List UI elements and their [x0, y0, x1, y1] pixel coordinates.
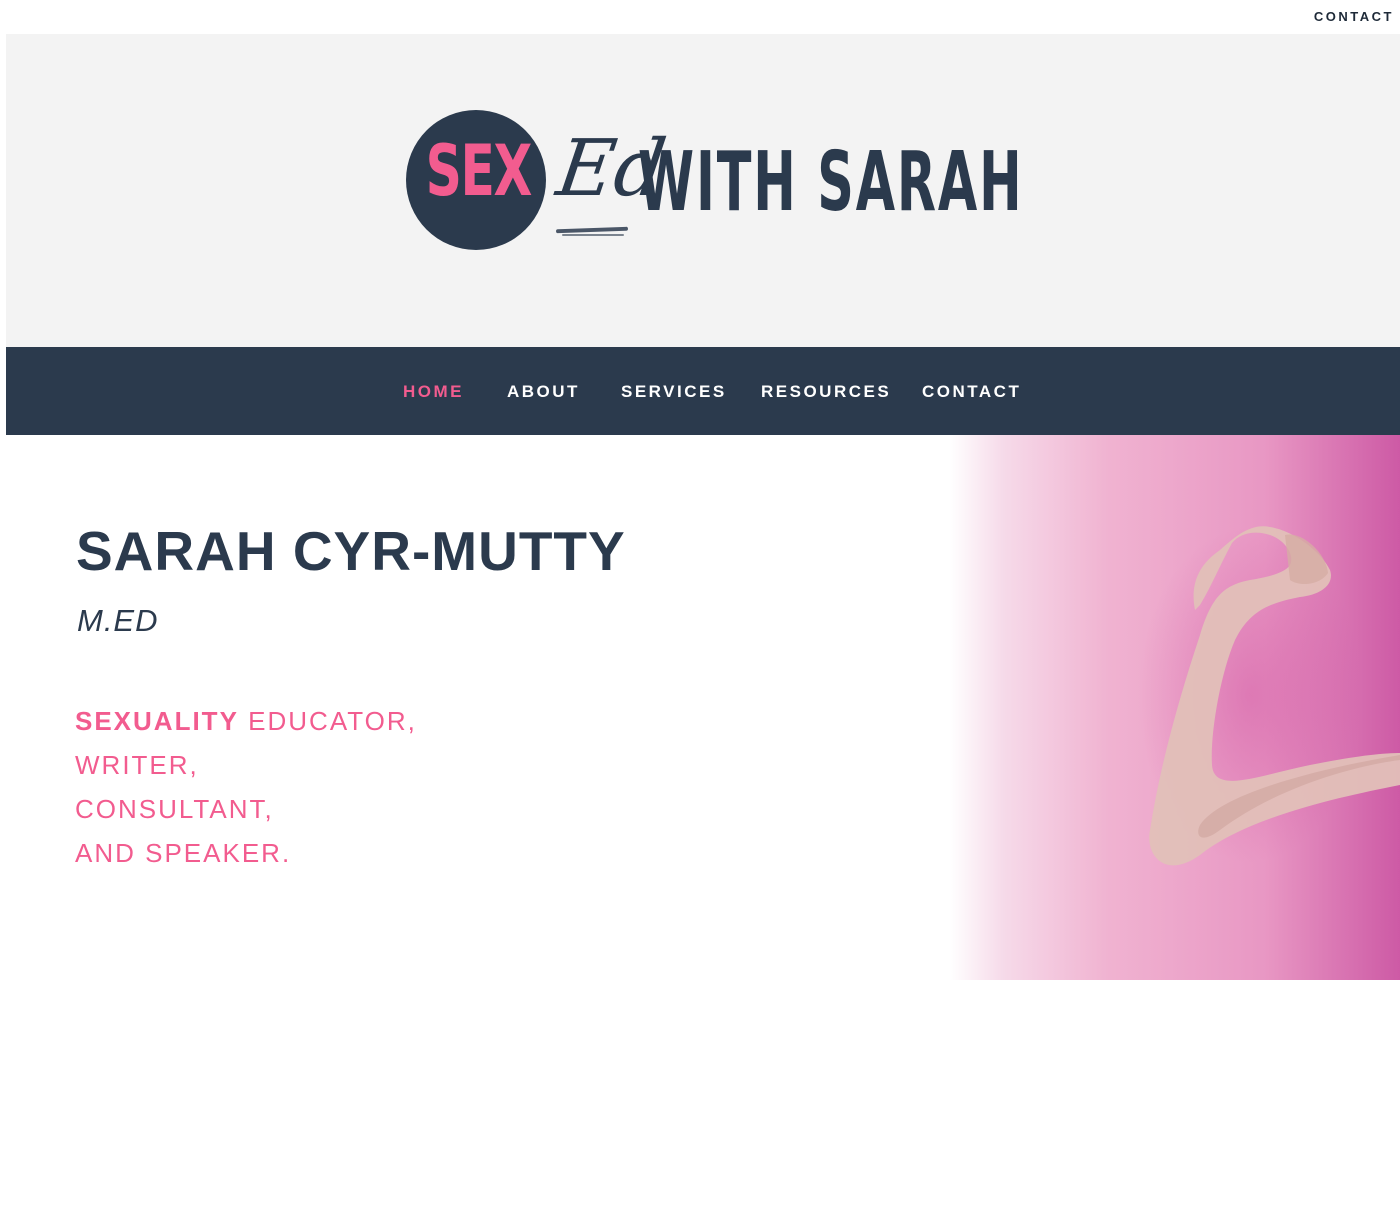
- tagline-line-3: CONSULTANT,: [75, 794, 274, 824]
- hero-section: SARAH CYR-MUTTY M.ED SEXUALITY EDUCATOR,…: [6, 435, 1400, 980]
- nav-item-home[interactable]: HOME: [403, 382, 464, 402]
- top-utility-bar: CONTACT: [0, 0, 1400, 34]
- tagline-emphasis: SEXUALITY: [75, 706, 239, 736]
- nav-item-contact[interactable]: CONTACT: [922, 382, 1021, 402]
- nav-item-resources[interactable]: RESOURCES: [761, 382, 891, 402]
- site-logo[interactable]: SEX Ed WITH SARAH: [406, 110, 1022, 260]
- hero-credential: M.ED: [77, 603, 159, 638]
- nav-item-about[interactable]: ABOUT: [507, 382, 580, 402]
- hero-name: SARAH CYR-MUTTY: [76, 520, 626, 582]
- logo-brush-stroke-secondary: [562, 234, 624, 236]
- main-navigation: HOME ABOUT SERVICES RESOURCES CONTACT: [6, 347, 1400, 435]
- topbar-contact-link[interactable]: CONTACT: [1314, 9, 1394, 24]
- tagline-line-4: AND SPEAKER.: [75, 838, 292, 868]
- site-header: SEX Ed WITH SARAH: [6, 34, 1400, 347]
- tagline-line-1: SEXUALITY EDUCATOR,: [75, 699, 417, 743]
- tagline-line-2: WRITER,: [75, 750, 199, 780]
- nav-item-services[interactable]: SERVICES: [621, 382, 727, 402]
- tagline-line-1-rest: EDUCATOR,: [238, 706, 417, 736]
- flexed-arm-image: [950, 435, 1400, 980]
- logo-sex-text: SEX: [425, 130, 533, 212]
- logo-with-sarah-text: WITH SARAH: [638, 135, 1024, 230]
- flexed-arm-illustration: [1149, 526, 1400, 866]
- hero-tagline: SEXUALITY EDUCATOR, WRITER, CONSULTANT, …: [75, 699, 417, 875]
- logo-brush-stroke: [555, 226, 629, 234]
